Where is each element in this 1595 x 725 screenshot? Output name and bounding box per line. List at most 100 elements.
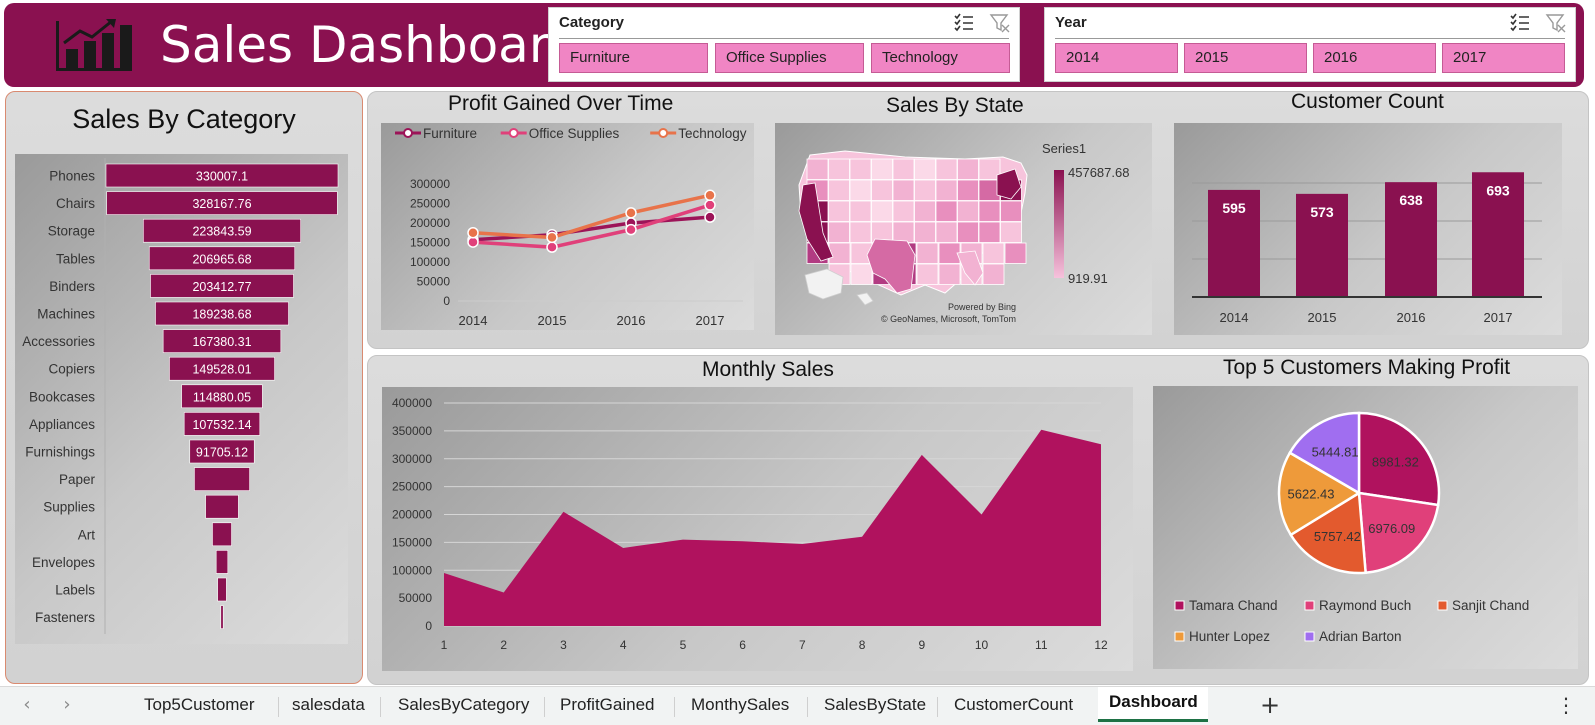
slicer-item-technology[interactable]: Technology: [871, 43, 1010, 73]
x-tick-label: 6: [739, 638, 746, 652]
category-tick-label: Storage: [48, 224, 95, 239]
state-region: [892, 158, 915, 180]
legend-marker: [658, 128, 669, 138]
legend-label: Adrian Barton: [1319, 629, 1402, 644]
category-tick-label: Envelopes: [32, 555, 95, 570]
state-region: [856, 292, 874, 306]
state-region: [828, 158, 850, 180]
legend-swatch: [1174, 631, 1185, 642]
tab-profitgained[interactable]: ProfitGained: [560, 695, 655, 715]
slicer-item-2015[interactable]: 2015: [1184, 43, 1307, 73]
state-region: [935, 158, 958, 180]
category-data-label: 328167.76: [192, 197, 251, 211]
slicer-item-2016[interactable]: 2016: [1313, 43, 1436, 73]
pie-data-label: 6976.09: [1368, 521, 1415, 536]
legend-label: Sanjit Chand: [1452, 598, 1529, 613]
legend-label: Technology: [678, 126, 747, 141]
year-slicer[interactable]: Year 2014 2015 2016 2017: [1044, 7, 1576, 82]
more-options-icon[interactable]: ⋮: [1556, 693, 1576, 717]
state-region: [849, 179, 872, 201]
sales-by-category-chart[interactable]: Phones 330007.1 Chairs 328167.76 Storage 2238…: [6, 92, 364, 685]
tab-separator: [674, 697, 675, 717]
map-credit: Powered by Bing: [948, 302, 1017, 312]
category-tick-label: Accessories: [22, 334, 95, 349]
state-region: [892, 221, 915, 243]
x-tick-label: 2017: [1484, 310, 1513, 325]
prev-sheet-icon[interactable]: ‹: [17, 695, 37, 715]
category-bar: [205, 494, 239, 519]
tab-dashboard[interactable]: Dashboard: [1109, 692, 1198, 712]
state-region: [849, 221, 872, 243]
state-region: [828, 200, 850, 222]
next-sheet-icon[interactable]: ›: [57, 695, 77, 715]
bar-chart-trend-icon: [56, 19, 132, 71]
slicer-item-office-supplies[interactable]: Office Supplies: [715, 43, 864, 73]
category-bar: [194, 467, 250, 491]
state-region: [828, 221, 850, 243]
state-region: [914, 200, 936, 222]
y-tick-label: 200000: [392, 508, 432, 522]
category-bar: [217, 577, 227, 602]
category-data-label: 206965.68: [192, 252, 251, 266]
tab-separator: [278, 697, 279, 717]
tab-salesbystate[interactable]: SalesByState: [824, 695, 926, 715]
legend-label: Office Supplies: [529, 126, 620, 141]
column-data-label: 638: [1399, 192, 1423, 208]
legend-marker: [403, 128, 413, 138]
category-data-label: 91705.12: [196, 446, 248, 460]
multi-select-icon[interactable]: [953, 12, 975, 34]
x-tick-label: 2015: [1308, 310, 1337, 325]
y-tick-label: 250000: [410, 197, 450, 211]
state-region: [828, 179, 850, 201]
state-region: [935, 221, 958, 243]
tab-salesbycategory[interactable]: SalesByCategory: [398, 695, 529, 715]
category-slicer[interactable]: Category Furniture Office Supplies Techn…: [548, 7, 1020, 82]
customer-count-chart[interactable]: 595 2014 573 2015 638 2016 693 2017: [1174, 123, 1562, 335]
y-tick-label: 150000: [392, 535, 432, 549]
slicer-item-2017[interactable]: 2017: [1442, 43, 1565, 73]
slicer-item-furniture[interactable]: Furniture: [559, 43, 708, 73]
category-tick-label: Paper: [59, 472, 96, 487]
legend-marker: [508, 128, 519, 138]
legend-label: Raymond Buch: [1319, 598, 1411, 613]
x-tick-label: 2017: [696, 313, 725, 328]
x-tick-label: 1: [441, 638, 448, 652]
dashboard-root: Sales Dashboard Category Furniture Offic…: [0, 0, 1595, 725]
tab-monthysales[interactable]: MonthySales: [691, 695, 789, 715]
tab-salesdata[interactable]: salesdata: [292, 695, 365, 715]
add-sheet-icon[interactable]: +: [1260, 691, 1280, 719]
column-data-label: 693: [1486, 182, 1510, 198]
category-tick-label: Art: [78, 527, 96, 542]
legend-label: Furniture: [423, 126, 477, 141]
profit-over-time-chart[interactable]: Furniture Office Supplies Technology 300000…: [368, 92, 768, 350]
multi-select-icon[interactable]: [1509, 12, 1531, 34]
map-legend-gradient: [1054, 170, 1064, 278]
category-tick-label: Fasteners: [35, 610, 95, 625]
category-tick-label: Furnishings: [25, 445, 95, 460]
x-tick-label: 2014: [1220, 310, 1249, 325]
state-region: [850, 263, 873, 285]
y-tick-label: 50000: [417, 275, 451, 289]
legend-swatch: [1437, 600, 1448, 611]
category-bar: [215, 550, 229, 574]
category-tick-label: Binders: [49, 279, 95, 294]
top5-customers-chart[interactable]: 8981.32 6976.09 5757.42 5622.43 5444.81 Tamar…: [1153, 386, 1578, 669]
monthly-sales-chart[interactable]: 4000003500003000002500002000001500001000…: [368, 356, 1148, 686]
state-region: [957, 200, 979, 222]
state-region: [914, 179, 936, 201]
map-legend-title: Series1: [1042, 141, 1087, 156]
state-region: [871, 200, 893, 222]
legend-swatch: [1304, 631, 1315, 642]
slicer-item-2014[interactable]: 2014: [1055, 43, 1178, 73]
slicer-divider: [559, 38, 1009, 39]
tab-customercount[interactable]: CustomerCount: [954, 695, 1073, 715]
tab-top5customer[interactable]: Top5Customer: [144, 695, 255, 715]
clear-filter-icon[interactable]: [1545, 12, 1567, 34]
clear-filter-icon[interactable]: [989, 12, 1011, 34]
series-point: [546, 241, 558, 253]
state-region: [978, 200, 1001, 222]
sales-by-category-panel[interactable]: Sales By Category Phones 330007.1 Chairs 32…: [5, 91, 363, 684]
category-tick-label: Phones: [49, 169, 95, 184]
state-region: [957, 179, 979, 201]
y-tick-label: 150000: [410, 236, 450, 250]
